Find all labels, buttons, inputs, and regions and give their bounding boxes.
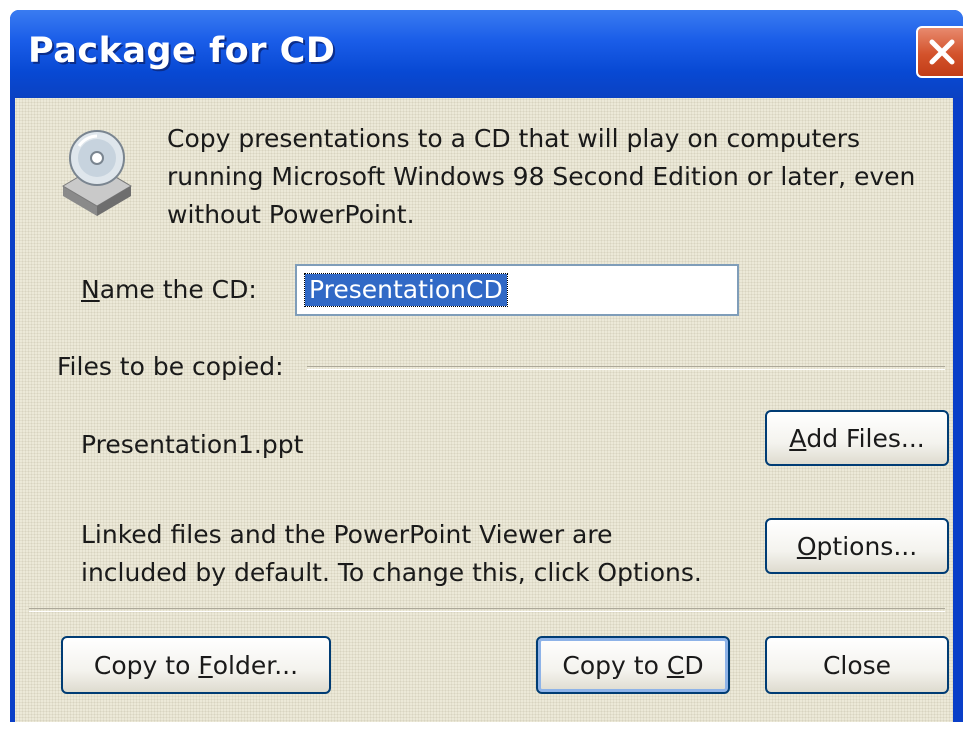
cd-drive-icon xyxy=(62,130,132,216)
window-title: Package for CD xyxy=(28,31,336,71)
linked-files-note-line-2: included by default. To change this, cli… xyxy=(81,558,702,587)
copy-to-folder-button[interactable]: Copy to Folder... xyxy=(61,636,331,694)
copy-to-folder-label: older... xyxy=(212,650,299,680)
window-close-button[interactable] xyxy=(916,26,963,78)
cd-name-label-text: ame the CD: xyxy=(99,275,257,304)
cd-name-value: PresentationCD xyxy=(304,273,508,307)
copy-to-folder-prefix: Copy to xyxy=(93,650,199,680)
options-accesskey: O xyxy=(796,531,817,561)
title-bar[interactable]: Package for CD xyxy=(10,10,963,98)
intro-text: Copy presentations to a CD that will pla… xyxy=(167,120,947,234)
options-button[interactable]: Options... xyxy=(765,518,949,574)
add-files-label: dd Files... xyxy=(806,423,925,453)
close-button[interactable]: Close xyxy=(765,636,949,694)
copy-to-cd-button[interactable]: Copy to CD xyxy=(536,636,730,694)
footer-divider xyxy=(29,608,945,612)
cd-name-input[interactable]: PresentationCD xyxy=(295,264,739,316)
copy-to-cd-prefix: Copy to xyxy=(562,650,667,680)
files-section-label: Files to be copied: xyxy=(57,352,284,381)
package-for-cd-dialog: Package for CD Copy presentations to a C… xyxy=(10,10,963,722)
intro-line-2: running Microsoft Windows 98 Second Edit… xyxy=(167,162,916,191)
intro-line-3: without PowerPoint. xyxy=(167,200,415,229)
add-files-accesskey: A xyxy=(789,423,807,453)
linked-files-note-line-1: Linked files and the PowerPoint Viewer a… xyxy=(81,520,613,549)
cd-name-label-accesskey: N xyxy=(81,275,100,304)
add-files-button[interactable]: Add Files... xyxy=(765,410,949,466)
copy-to-folder-accesskey: F xyxy=(198,650,213,680)
files-section-divider xyxy=(307,366,945,370)
dialog-body: Copy presentations to a CD that will pla… xyxy=(15,98,953,722)
intro-line-1: Copy presentations to a CD that will pla… xyxy=(167,124,861,153)
cd-name-label: Name the CD: xyxy=(81,271,257,309)
close-icon xyxy=(929,39,955,65)
copy-to-cd-label: D xyxy=(684,650,704,680)
options-label: ptions... xyxy=(816,531,918,561)
file-item[interactable]: Presentation1.ppt xyxy=(81,426,303,464)
copy-to-cd-accesskey: C xyxy=(666,650,685,680)
